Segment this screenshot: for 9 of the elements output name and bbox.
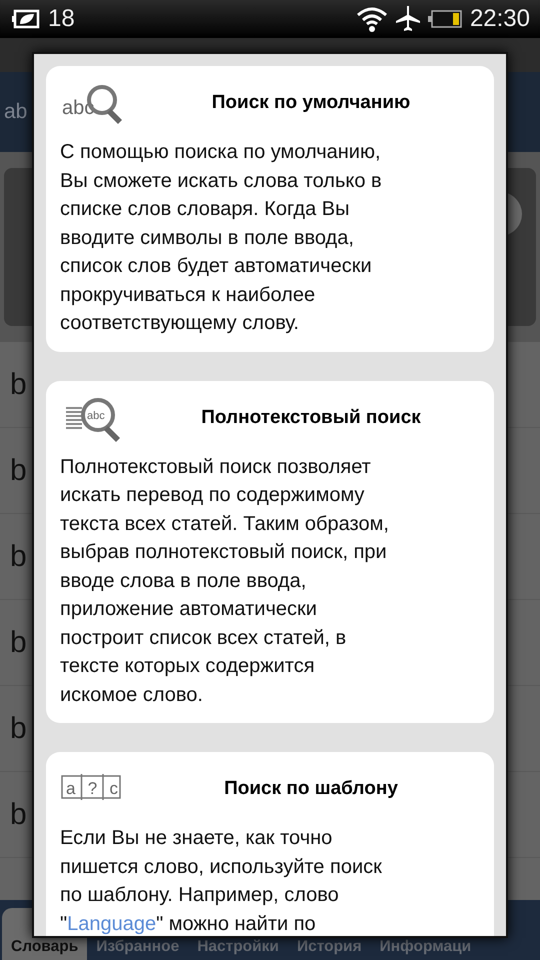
- header-text: ab: [4, 100, 28, 124]
- card-description: С помощью поиска по умолчанию, Вы сможете искать слова только в списке слов словаря. Когда Вы вводите символы в поле ввода, список слов будет автоматически прокручиваться к наиболее соответствующему слову.: [60, 140, 383, 336]
- card-title: Поиск по умолчанию: [210, 92, 412, 114]
- card-description: Полнотекстовый поиск позволяет искать перевод по содержимому текста всех статей. Таким образом, выбрав полнотекстовый поиск, при вводе слова в поле ввода, приложение автоматически построит список всех статей, в тексте которых содержится искомое слово.: [60, 454, 390, 708]
- notification-count: 18: [48, 5, 75, 33]
- clock-time: 22:30: [470, 5, 530, 33]
- card-title: Поиск по шаблону: [223, 778, 399, 800]
- card-description: Если Вы не знаете, как точно пишется слово, используйте поиск по шаблону. Например, слово "Language" можно найти по: [60, 826, 383, 936]
- card-title: Полнотекстовый поиск: [200, 406, 422, 428]
